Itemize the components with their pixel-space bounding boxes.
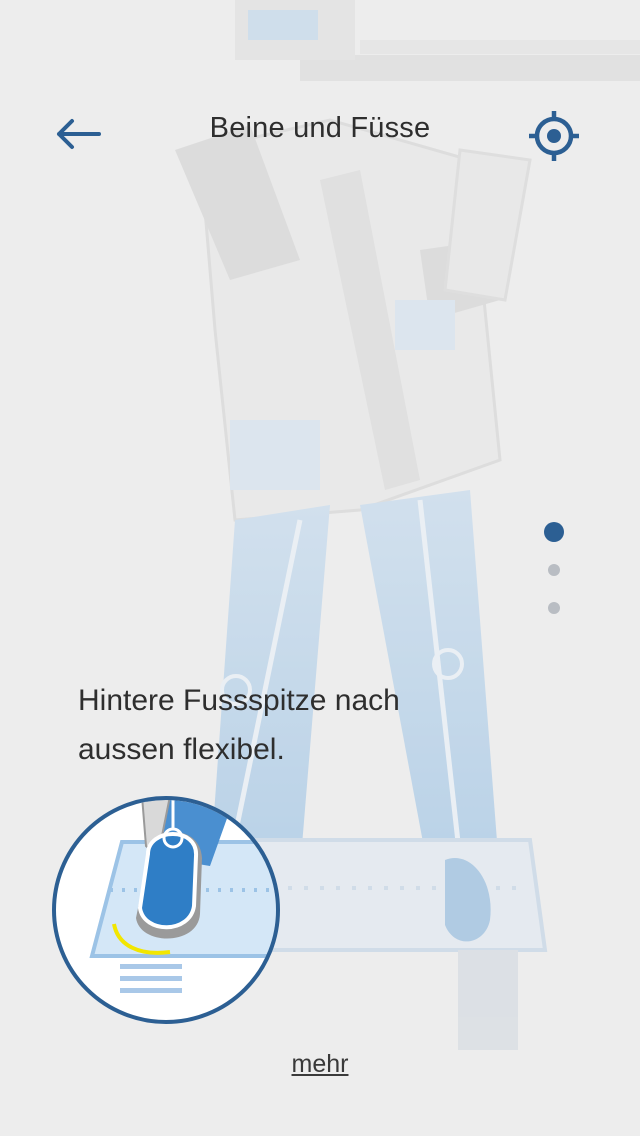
- page-indicator: [540, 518, 568, 628]
- header: Beine und Füsse: [0, 0, 640, 270]
- page-dot-2[interactable]: [548, 564, 560, 576]
- instruction-caption: Hintere Fussspitze nach aussen flexibel.: [78, 684, 400, 766]
- page-dot-3[interactable]: [548, 602, 560, 614]
- crosshair-target-icon: [529, 111, 579, 161]
- foot-detail-illustration: [52, 796, 280, 1024]
- target-button[interactable]: [526, 108, 582, 164]
- page-dot-1[interactable]: [544, 522, 564, 542]
- more-link-container: mehr: [0, 1050, 640, 1079]
- more-link[interactable]: mehr: [292, 1050, 349, 1078]
